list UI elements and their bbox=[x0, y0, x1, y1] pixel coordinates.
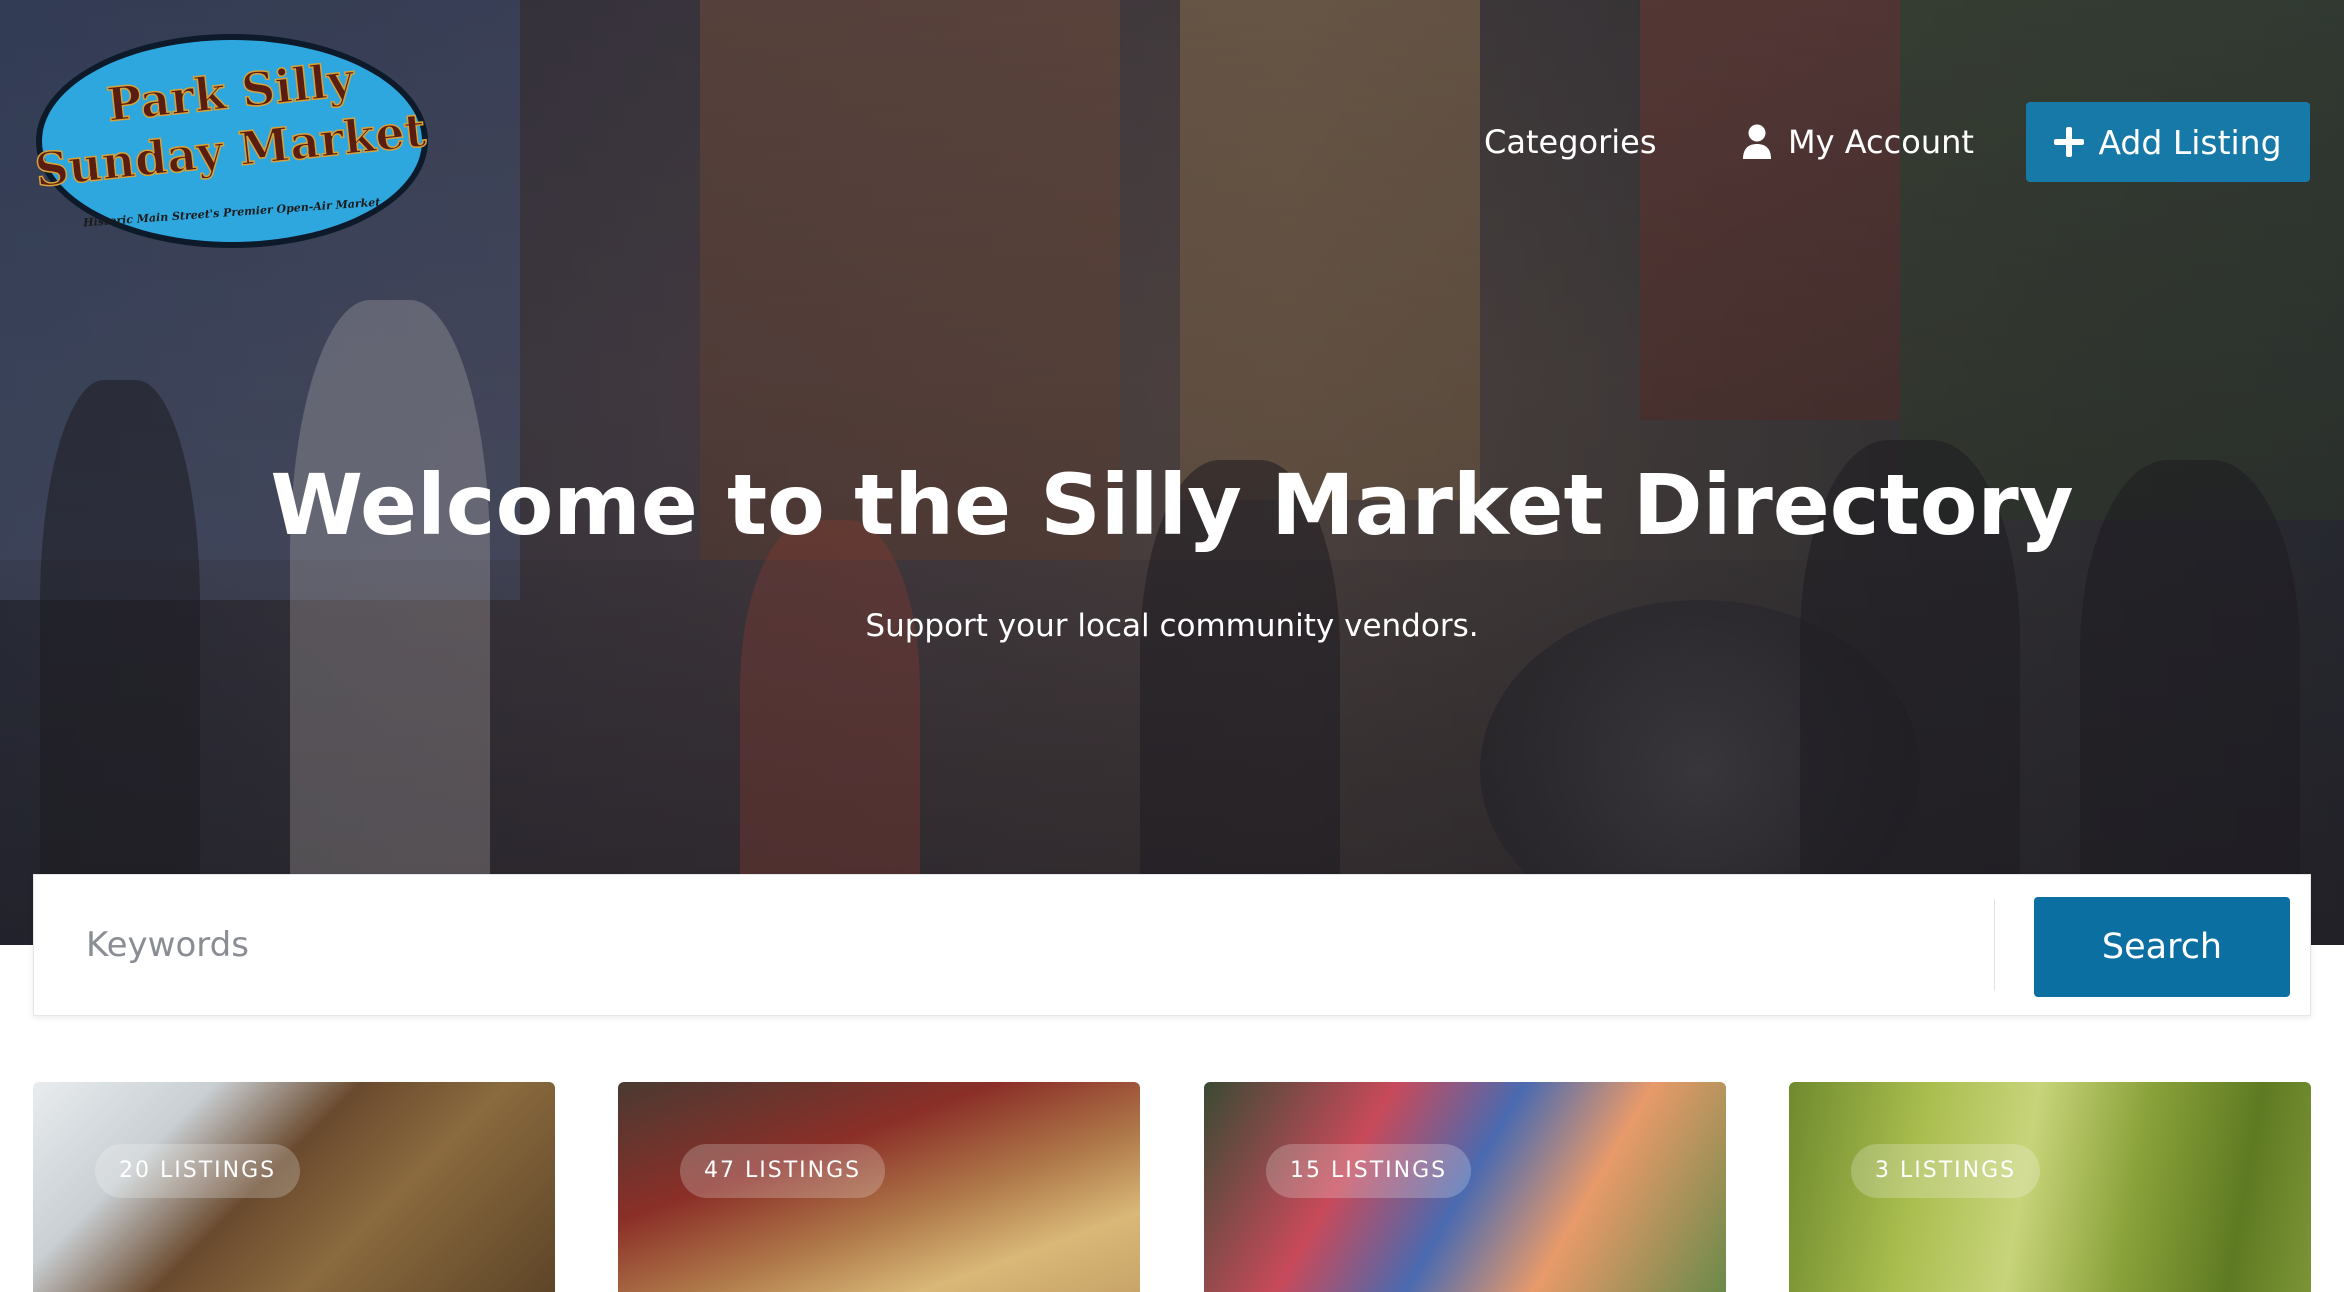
category-card[interactable]: 15 LISTINGS bbox=[1204, 1082, 1726, 1292]
add-listing-button[interactable]: Add Listing bbox=[2026, 102, 2310, 182]
search-button[interactable]: Search bbox=[2034, 897, 2290, 997]
nav-my-account-link[interactable]: My Account bbox=[1742, 120, 1974, 164]
plus-icon bbox=[2054, 127, 2085, 157]
category-card[interactable]: 3 LISTINGS bbox=[1789, 1082, 2311, 1292]
user-icon bbox=[1743, 124, 1771, 159]
add-listing-label: Add Listing bbox=[2098, 122, 2282, 162]
hero-title: Welcome to the Silly Market Directory bbox=[270, 456, 2074, 554]
site-logo[interactable]: Park Silly Sunday Market Historic Main S… bbox=[32, 30, 432, 252]
hero-photo-window bbox=[1640, 0, 1900, 420]
search-divider bbox=[1994, 899, 1995, 991]
listings-count-badge: 47 LISTINGS bbox=[680, 1144, 886, 1198]
listings-count-badge: 15 LISTINGS bbox=[1266, 1144, 1472, 1198]
hero-photo-building-facade bbox=[1180, 0, 1480, 500]
listings-count-badge: 20 LISTINGS bbox=[95, 1144, 301, 1198]
nav-my-account-label: My Account bbox=[1788, 123, 1974, 161]
category-card[interactable]: 47 LISTINGS bbox=[618, 1082, 1140, 1292]
search-bar: Search bbox=[33, 874, 2311, 1016]
listings-count-badge: 3 LISTINGS bbox=[1851, 1144, 2041, 1198]
hero-subtitle: Support your local community vendors. bbox=[865, 608, 1479, 644]
nav-categories-link[interactable]: Categories bbox=[1484, 120, 1656, 164]
keywords-search-input[interactable] bbox=[34, 875, 1994, 1015]
category-card[interactable]: 20 LISTINGS bbox=[33, 1082, 555, 1292]
